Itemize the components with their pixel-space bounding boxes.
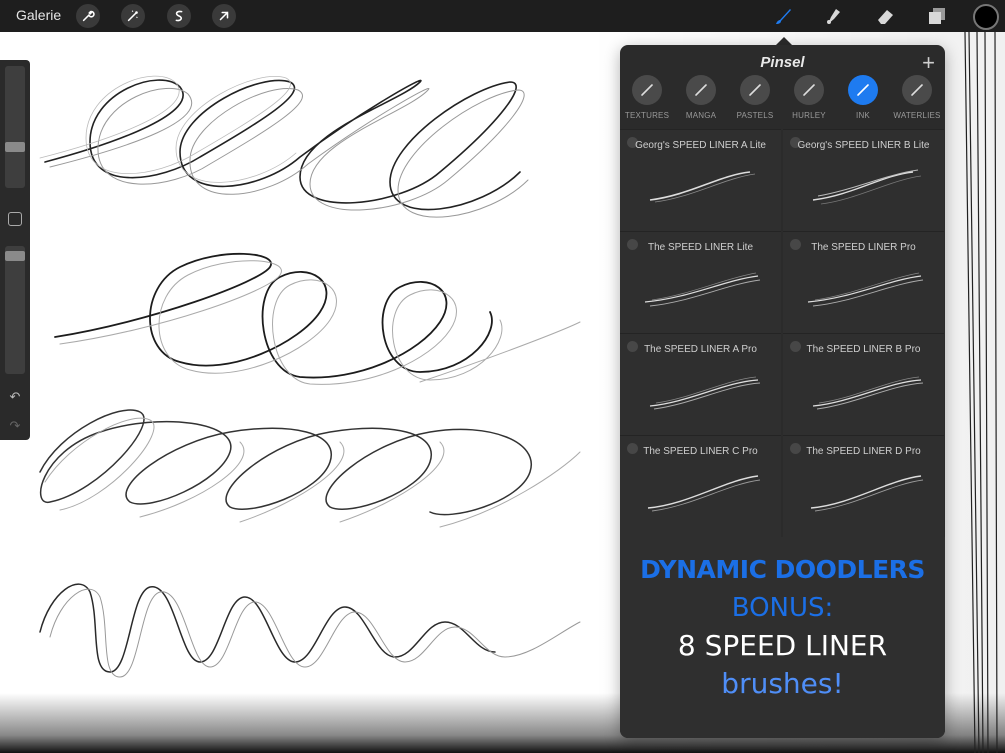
brush-set-ink[interactable]: INK [836, 75, 890, 120]
brush-set-waterlies[interactable]: WATERLIES [890, 75, 944, 120]
brush-name: Georg's SPEED LINER B Lite [797, 140, 930, 151]
brush-item[interactable]: The SPEED LINER B Pro [783, 333, 944, 435]
brush-set-label: TEXTURES [624, 111, 670, 120]
brush-item[interactable]: The SPEED LINER C Pro [620, 435, 781, 537]
layers-icon[interactable] [924, 4, 950, 28]
brush-set-hurley[interactable]: HURLEY [782, 75, 836, 120]
gallery-button[interactable]: Galerie [16, 7, 61, 23]
brush-set-label: HURLEY [792, 111, 826, 120]
magic-wand-icon[interactable] [121, 4, 145, 28]
brush-size-thumb[interactable] [5, 142, 25, 152]
brush-name: The SPEED LINER Lite [647, 242, 754, 253]
undo-icon[interactable]: ↶ [6, 388, 24, 406]
promo-line-3: 8 SPEED LINER [677, 629, 888, 662]
brush-stroke-preview [812, 376, 924, 410]
plus-icon[interactable]: + [922, 50, 935, 76]
brush-library-panel: Pinsel + TEXTURES MANGA PASTELS HURLEY I… [620, 45, 945, 738]
brush-item[interactable]: The SPEED LINER Lite [620, 231, 781, 333]
panel-title: Pinsel [760, 54, 805, 71]
brush-item[interactable]: Georg's SPEED LINER B Lite [783, 129, 944, 231]
brush-set-icon [632, 75, 662, 105]
brush-set-icon [902, 75, 932, 105]
brush-stroke-preview [644, 272, 761, 307]
promo-line-2: BONUS: [731, 593, 834, 623]
brush-grid: Georg's SPEED LINER A Lite Georg's SPEED… [620, 129, 945, 537]
brush-stroke-preview [647, 475, 761, 512]
selection-icon[interactable] [167, 4, 191, 28]
brush-item[interactable]: Georg's SPEED LINER A Lite [620, 129, 781, 231]
brush-set-manga[interactable]: MANGA [674, 75, 728, 120]
brush-stroke-preview [649, 171, 756, 203]
brush-set-label: INK [856, 111, 870, 120]
brush-size-slider[interactable] [5, 66, 25, 188]
canvas-edge-strokes [964, 32, 998, 753]
brush-name: The SPEED LINER A Pro [644, 344, 757, 355]
brush-name: The SPEED LINER D Pro [806, 446, 921, 457]
promo-banner: DYNAMIC DOODLERS BONUS: 8 SPEED LINER br… [620, 537, 945, 738]
brush-name: Georg's SPEED LINER A Lite [635, 140, 766, 151]
canvas-drawing [39, 75, 581, 678]
transform-arrow-icon[interactable] [212, 4, 236, 28]
brush-stroke-preview [649, 376, 761, 410]
brush-set-icon [848, 75, 878, 105]
brush-set-icon [794, 75, 824, 105]
brush-stroke-preview [807, 272, 924, 307]
promo-line-4: brushes! [721, 667, 844, 700]
brush-set-label: MANGA [685, 111, 717, 120]
modify-button[interactable] [8, 212, 22, 226]
eraser-icon[interactable] [872, 4, 898, 28]
smudge-icon[interactable] [820, 4, 846, 28]
wrench-icon[interactable] [76, 4, 100, 28]
brush-set-textures[interactable]: TEXTURES [620, 75, 674, 120]
brush-stroke-preview [812, 169, 922, 205]
promo-line-1: DYNAMIC DOODLERS [640, 555, 925, 584]
opacity-thumb[interactable] [5, 251, 25, 261]
brush-name: The SPEED LINER Pro [811, 242, 916, 253]
brush-set-icon [740, 75, 770, 105]
brush-item[interactable]: The SPEED LINER A Pro [620, 333, 781, 435]
top-toolbar: Galerie [0, 0, 1005, 32]
brush-stroke-preview [810, 475, 924, 512]
brush-icon[interactable] [770, 4, 796, 28]
brush-set-label: WATERLIES [893, 111, 941, 120]
color-picker-button[interactable] [973, 4, 999, 30]
side-toolbar: ↶ ↷ [0, 60, 30, 440]
brush-set-label: PASTELS [736, 111, 774, 120]
brush-set-icon [686, 75, 716, 105]
brush-name: The SPEED LINER C Pro [643, 446, 758, 457]
brush-set-pastels[interactable]: PASTELS [728, 75, 782, 120]
brush-name: The SPEED LINER B Pro [806, 344, 921, 355]
opacity-slider[interactable] [5, 246, 25, 374]
brush-item[interactable]: The SPEED LINER D Pro [783, 435, 944, 537]
brush-item[interactable]: The SPEED LINER Pro [783, 231, 944, 333]
redo-icon[interactable]: ↷ [6, 417, 24, 435]
brush-set-list: TEXTURES MANGA PASTELS HURLEY INK WATERL… [620, 75, 945, 127]
